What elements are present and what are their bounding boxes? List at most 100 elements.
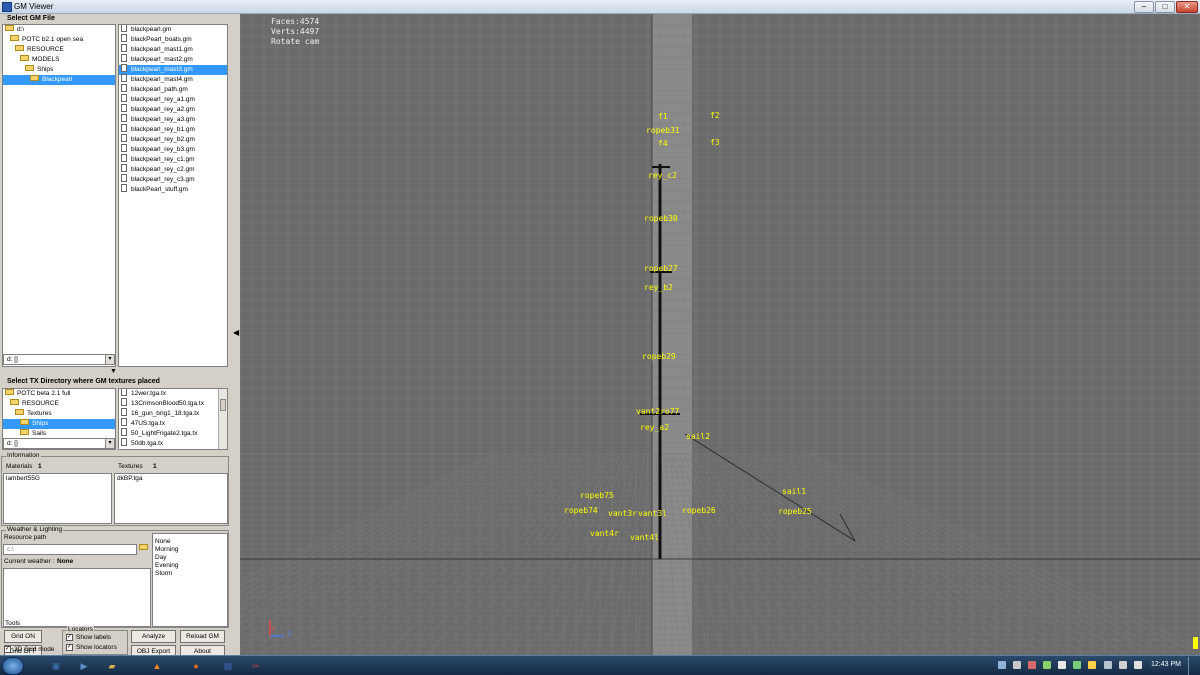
tree-item[interactable]: POTC beta 2.1 full [3,389,115,399]
file-item[interactable]: blackpearl_rey_a2.gm [119,104,227,115]
gmviewer-icon[interactable]: ▩ [218,658,238,674]
checkbox-icon[interactable]: ✓ [66,644,73,651]
file-item[interactable]: 50db.tga.tx [119,438,227,449]
weather-option[interactable]: None [153,538,227,546]
weather-option[interactable]: Evening [153,562,227,570]
weather-option[interactable]: Storm [153,570,227,578]
file-item[interactable]: blackpearl_rey_c2.gm [119,164,227,175]
explorer-icon[interactable]: ▣ [46,658,66,674]
list-item[interactable]: lambert55G [4,474,111,484]
file-item-label: blackpearl_rey_b2.gm [131,136,195,143]
tray-wifi-icon[interactable] [1119,661,1127,669]
tx-drive-select[interactable]: d: [] ▾ [3,438,115,449]
grid-on-button[interactable]: Grid ON [4,630,42,643]
taskbar-clock[interactable]: 12:43 PM [1151,661,1181,668]
tree-item[interactable]: Ships [3,65,115,75]
weather-option[interactable]: Morning [153,546,227,554]
left-panel: Select GM File d:\ POTC b2.1 open sea RESO… [0,14,232,658]
minimize-button[interactable]: – [1134,1,1154,13]
gm-file-list[interactable]: blackpearl.gm blackPearl_boats.gm blackpea… [118,24,228,367]
tray-status-icon[interactable] [1043,661,1051,669]
show-locators-checkbox[interactable]: ✓ Show locators [66,644,117,651]
tree-item[interactable]: Ships [3,419,115,429]
splitter-arrow-icon[interactable]: ▼ [110,368,117,375]
tree-item-label: POTC beta 2.1 full [17,390,71,397]
checkbox-icon[interactable]: ✓ [66,634,73,641]
file-item[interactable]: 16_gun_brig1_18.tga.tx [119,408,227,419]
file-item[interactable]: blackpearl_rey_a3.gm [119,114,227,125]
tray-flag-icon[interactable] [1104,661,1112,669]
media-icon[interactable]: ▶ [74,658,94,674]
locator-label: ropeb25 [778,507,812,516]
3d-viewport[interactable]: Faces:4574 Verts:4497 Rotate cam f1 f2 rop… [240,14,1200,655]
weather-options-list[interactable]: None Morning Day Evening Storm [152,533,228,627]
chevron-down-icon[interactable]: ▾ [105,439,114,448]
file-item[interactable]: 13CrimsonBlood50.tga.tx [119,398,227,409]
close-button[interactable]: ✕ [1176,1,1198,13]
tree-item[interactable]: RESOURCE [3,399,115,409]
grid3d-checkbox[interactable]: ✓ 3D Grid mode [4,646,54,653]
tree-item[interactable]: Blackpearl [3,75,115,85]
tree-item[interactable]: RESOURCE [3,45,115,55]
tray-display-icon[interactable] [1058,661,1066,669]
file-item[interactable]: blackpearl_rey_b1.gm [119,124,227,135]
list-item[interactable]: dkBP.tga [115,474,227,484]
file-item[interactable]: blackpearl.gm [119,25,227,35]
file-item[interactable]: blackpearl_rey_b2.gm [119,134,227,145]
file-item[interactable]: 47US.tga.tx [119,418,227,429]
tray-network-icon[interactable] [998,661,1006,669]
folder-icon [25,65,34,72]
gm-drive-select[interactable]: d: [] ▾ [3,354,115,365]
vlc-icon[interactable]: ▲ [147,658,167,674]
file-item[interactable]: blackPearl_boats.gm [119,34,227,45]
tree-item[interactable]: MODELS [3,55,115,65]
tree-item[interactable]: POTC b2.1 open sea [3,35,115,45]
tree-item-label: MODELS [32,56,60,63]
file-item[interactable]: blackpearl_mast2.gm [119,54,227,65]
resource-path-input[interactable]: c:\ [3,544,137,555]
folder-icon[interactable]: ▰ [102,658,122,674]
file-item[interactable]: blackpearl_rey_a1.gm [119,94,227,105]
tray-updater-icon[interactable] [1073,661,1081,669]
weather-option[interactable]: Day [153,554,227,562]
file-item[interactable]: blackpearl_rey_c3.gm [119,174,227,185]
tray-volume-icon[interactable] [1134,661,1142,669]
tx-file-list[interactable]: 12wer.tga.tx 13CrimsonBlood50.tga.tx 16_gu… [118,388,228,450]
file-item[interactable]: blackpearl_mast1.gm [119,44,227,55]
gm-folder-tree[interactable]: d:\ POTC b2.1 open sea RESOURCE MODELS Ships… [2,24,116,367]
checkbox-icon[interactable]: ✓ [4,646,11,653]
tree-item[interactable]: Textures [3,409,115,419]
locator-label: rey_c2 [648,171,677,180]
locator-label: ropeb31 [646,126,680,135]
file-item[interactable]: blackpearl_rey_b3.gm [119,144,227,155]
analyze-button[interactable]: Analyze [131,630,176,643]
reload-gm-button[interactable]: Reload GM [180,630,225,643]
file-icon [121,54,127,63]
tray-battery-icon[interactable] [1088,661,1096,669]
file-item[interactable]: blackPearl_stuff.gm [119,184,227,195]
firefox-icon[interactable]: ● [186,658,206,674]
show-labels-checkbox[interactable]: ✓ Show labels [66,634,111,641]
app-icon [2,2,12,12]
start-button[interactable] [2,657,24,675]
locator-label: sail1 [782,487,807,496]
chevron-down-icon[interactable]: ▾ [105,355,114,364]
show-desktop-button[interactable] [1188,657,1199,675]
textures-list[interactable]: dkBP.tga [114,473,228,524]
title-bar: GM Viewer – □ ✕ [0,0,1200,14]
file-item[interactable]: 12wer.tga.tx [119,389,227,399]
tray-app-icon[interactable] [1028,661,1036,669]
maximize-button[interactable]: □ [1155,1,1175,13]
file-item[interactable]: blackpearl_rey_c1.gm [119,154,227,165]
file-item[interactable]: blackpearl_path.gm [119,84,227,95]
folder-icon [20,55,29,62]
materials-list[interactable]: lambert55G [3,473,112,524]
file-item[interactable]: blackpearl_mast4.gm [119,74,227,85]
file-item[interactable]: 50_LightFrigate2.tga.tx [119,428,227,439]
collapse-panel-icon[interactable]: ◀ [233,328,239,337]
tree-item[interactable]: d:\ [3,25,115,35]
file-item[interactable]: blackpearl_mast3.gm [119,64,227,75]
tray-plane-icon[interactable] [1013,661,1021,669]
folder-icon[interactable] [139,544,149,553]
tool-icon[interactable]: ✂ [246,658,266,674]
